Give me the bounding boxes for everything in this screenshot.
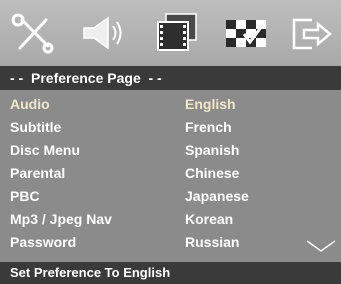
menu-item-value[interactable]: Chinese <box>185 163 239 184</box>
speaker-icon[interactable] <box>78 10 130 56</box>
menu-item-audio[interactable]: Audio English <box>0 94 341 115</box>
menu-item-value[interactable]: Russian <box>185 232 239 253</box>
menu-item-pbc[interactable]: PBC Japanese <box>0 186 341 207</box>
menu-item-password[interactable]: Password Russian <box>0 232 341 253</box>
menu-item-value[interactable]: Korean <box>185 209 233 230</box>
preference-menu-panel: - - Preference Page - - Audio English Su… <box>0 0 341 284</box>
menu-item-label: Parental <box>10 165 66 181</box>
video-film-icon[interactable] <box>150 10 202 56</box>
status-bar: Set Preference To English <box>0 262 341 284</box>
setup-toolbar <box>0 0 341 66</box>
exit-arrow-icon[interactable] <box>286 10 338 56</box>
menu-item-label: Disc Menu <box>10 142 81 158</box>
menu-item-mp3-jpeg-nav[interactable]: Mp3 / Jpeg Nav Korean <box>0 209 341 230</box>
page-title: - - Preference Page - - <box>0 66 341 90</box>
tools-icon[interactable] <box>8 10 60 56</box>
menu-item-parental[interactable]: Parental Chinese <box>0 163 341 184</box>
menu-item-disc-menu[interactable]: Disc Menu Spanish <box>0 140 341 161</box>
menu-item-label: Mp3 / Jpeg Nav <box>10 211 112 227</box>
scroll-down-arrow-icon[interactable] <box>305 238 337 254</box>
menu-item-label: Audio <box>10 96 50 112</box>
menu-item-value[interactable]: Spanish <box>185 140 239 161</box>
menu-item-value[interactable]: French <box>185 117 232 138</box>
preference-list: Audio English Subtitle French Disc Menu … <box>0 90 341 262</box>
menu-item-label: Password <box>10 234 77 250</box>
menu-item-value[interactable]: English <box>185 94 236 115</box>
checkered-flag-icon[interactable] <box>222 10 274 56</box>
menu-item-value[interactable]: Japanese <box>185 186 249 207</box>
menu-item-subtitle[interactable]: Subtitle French <box>0 117 341 138</box>
menu-item-label: PBC <box>10 188 40 204</box>
menu-item-label: Subtitle <box>10 119 62 135</box>
